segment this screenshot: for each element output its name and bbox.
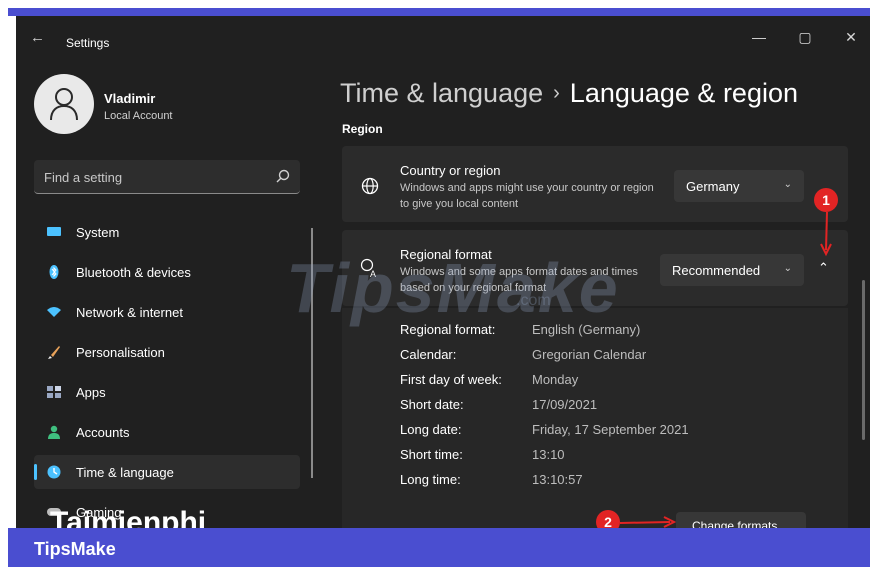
person-icon [48,425,60,439]
detail-value: 17/09/2021 [532,397,598,412]
regional-format-dropdown-value: Recommended [672,263,761,278]
country-region-card: Country or region Windows and apps might… [342,146,848,222]
sidebar-item-network[interactable]: Network & internet [34,295,300,329]
frame-top-bar [8,8,870,16]
annotation-arrow-right [620,516,676,528]
close-button[interactable]: ✕ [836,26,866,48]
section-title-region: Region [342,122,383,136]
apps-icon [47,386,61,398]
page-title: Language & region [569,78,798,108]
breadcrumb-separator: › [553,82,560,104]
settings-window: ← Settings — ▢ ✕ Vladimir Local Account … [16,16,870,528]
country-region-title: Country or region [400,163,501,178]
detail-label: First day of week: [400,372,502,387]
chevron-down-icon: ⌄ [783,263,792,274]
avatar[interactable] [34,74,94,134]
change-formats-label: Change formats [692,519,778,528]
search-placeholder: Find a setting [44,170,123,185]
annotation-arrow-down [820,212,832,257]
country-dropdown-value: Germany [686,179,740,194]
detail-label: Long date: [400,422,462,437]
title-bar: ← Settings — ▢ ✕ [16,16,870,60]
sidebar-item-label: Apps [76,385,106,400]
watermark-tipsmake-suffix: .com [516,292,551,309]
chevron-down-icon: ⌄ [783,179,792,190]
monitor-icon [47,227,61,236]
person-icon [50,88,78,121]
watermark-taimienphi: Taimienphi [50,506,207,528]
sidebar-item-label: System [76,225,120,240]
change-formats-button[interactable]: Change formats [676,512,806,528]
wifi-icon [47,307,61,317]
detail-value: Gregorian Calendar [532,347,647,362]
breadcrumb-parent[interactable]: Time & language [340,78,543,108]
sidebar-item-label: Time & language [76,465,174,480]
bottom-banner: TipsMake [8,528,870,567]
country-region-description: Windows and apps might use your country … [400,182,654,210]
search-icon [276,169,290,183]
search-input[interactable]: Find a setting [34,160,300,194]
sidebar-item-bluetooth[interactable]: Bluetooth & devices [34,255,300,289]
sidebar-item-apps[interactable]: Apps [34,375,300,409]
chevron-up-icon[interactable]: ⌃ [818,260,829,276]
user-name: Vladimir [104,91,156,106]
brush-icon [48,346,60,359]
sidebar-item-personalisation[interactable]: Personalisation [34,335,300,369]
detail-label: Short time: [400,447,463,462]
app-title: Settings [66,36,110,50]
breadcrumb: Time & language › Language & region [340,78,798,109]
sidebar-item-time-language[interactable]: Time & language [34,455,300,489]
detail-value: 13:10:57 [532,472,583,487]
detail-label: Short date: [400,397,464,412]
maximize-button[interactable]: ▢ [790,26,820,48]
back-arrow-icon[interactable]: ← [30,30,48,46]
detail-value: Friday, 17 September 2021 [532,422,689,437]
regional-format-details: Regional format: English (Germany) Calen… [342,308,848,528]
account-type: Local Account [104,110,173,122]
main-scrollbar[interactable] [862,280,865,440]
sidebar-item-label: Personalisation [76,345,165,360]
active-indicator [34,464,37,480]
sidebar-item-label: Accounts [76,425,130,440]
detail-label: Calendar: [400,347,457,362]
sidebar-item-accounts[interactable]: Accounts [34,415,300,449]
detail-value: 13:10 [532,447,565,462]
watermark-tipsmake: TipsMake [286,249,620,327]
regional-format-dropdown[interactable]: Recommended ⌄ [660,254,804,286]
globe-icon [361,177,379,195]
country-dropdown[interactable]: Germany ⌄ [674,170,804,202]
annotation-badge-2: 2 [596,510,620,528]
sidebar-item-label: Bluetooth & devices [76,265,191,280]
globe-clock-icon [47,465,61,479]
annotation-badge-1: 1 [814,188,838,212]
banner-text: TipsMake [34,539,116,559]
sidebar-item-label: Network & internet [76,305,183,320]
detail-label: Long time: [400,472,461,487]
minimize-button[interactable]: — [744,26,774,48]
detail-value: Monday [532,372,579,387]
sidebar-item-system[interactable]: System [34,215,300,249]
bluetooth-icon [49,265,59,279]
